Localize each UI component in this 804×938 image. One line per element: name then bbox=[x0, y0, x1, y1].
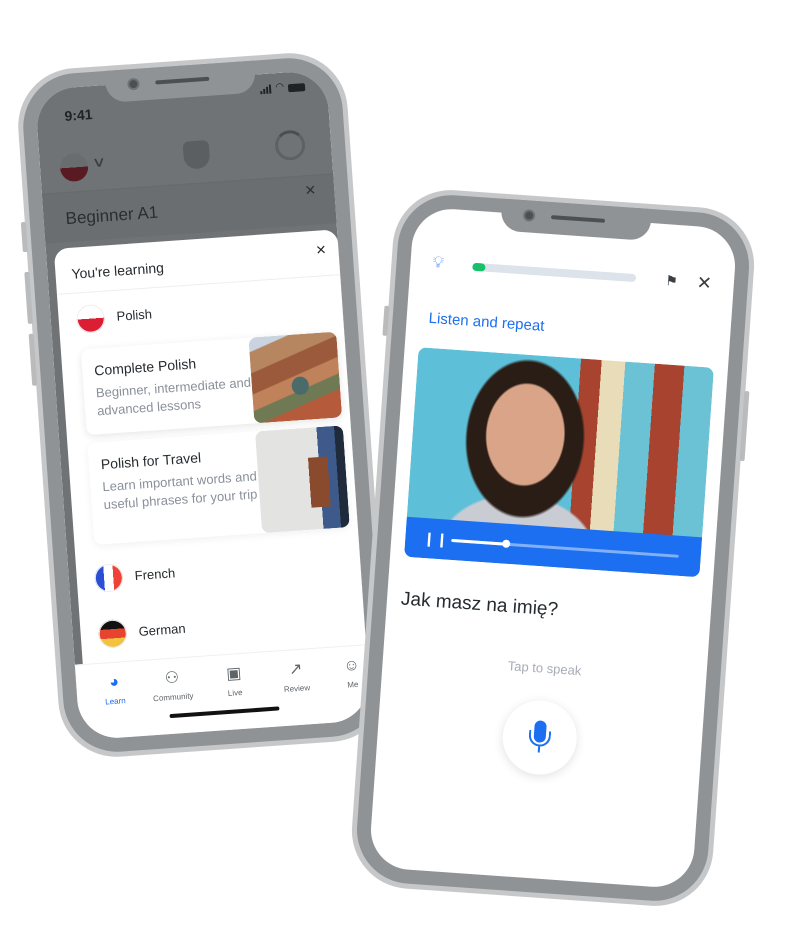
pause-button[interactable]: ❙❙ bbox=[423, 530, 450, 549]
chevron-down-icon[interactable]: ∨ bbox=[91, 153, 107, 171]
home-indicator[interactable] bbox=[169, 706, 280, 719]
course-title: Polish for Travel bbox=[100, 449, 202, 473]
community-icon: ⚇ bbox=[164, 669, 180, 688]
lesson-top-bar: 💡︎ ⚑ ✕ bbox=[431, 254, 714, 304]
course-description: Beginner, intermediate and advanced less… bbox=[95, 374, 252, 419]
language-name: German bbox=[138, 620, 187, 640]
wifi-icon: ◠ bbox=[274, 81, 285, 94]
course-card-complete-polish[interactable]: Complete Polish Beginner, intermediate a… bbox=[80, 331, 343, 436]
signal-icon bbox=[260, 83, 272, 95]
mute-switch bbox=[20, 221, 28, 253]
progress-ring-icon[interactable] bbox=[274, 129, 307, 162]
close-icon[interactable]: ✕ bbox=[304, 182, 317, 200]
volume-down-button bbox=[28, 333, 38, 386]
video-controls: ❙❙ bbox=[404, 516, 703, 578]
poland-flag-icon bbox=[75, 303, 106, 334]
tab-community[interactable]: ⚇ Community bbox=[141, 667, 203, 704]
tab-learn[interactable]: ◕ Learn bbox=[84, 671, 146, 708]
france-flag-icon bbox=[93, 563, 124, 593]
phone-bezel: 💡︎ ⚑ ✕ Listen and repeat ❙❙ Jak masz na … bbox=[353, 191, 753, 905]
review-icon: ↗ bbox=[288, 660, 303, 679]
status-time: 9:41 bbox=[63, 106, 94, 124]
traveler-briefcase-image bbox=[254, 425, 350, 534]
phone-right-lesson: 💡︎ ⚑ ✕ Listen and repeat ❙❙ Jak masz na … bbox=[348, 186, 758, 910]
language-name: French bbox=[134, 565, 176, 584]
phone-bezel: 9:41 ◠ ∨ Beginner A1 ✕ You're learning ✕… bbox=[19, 54, 387, 756]
scrubber-handle[interactable] bbox=[501, 539, 511, 548]
lesson-progress-bar bbox=[472, 262, 637, 283]
target-phrase: Jak masz na imię? bbox=[400, 588, 559, 621]
close-lesson-button[interactable]: ✕ bbox=[696, 272, 712, 294]
microphone-button[interactable] bbox=[500, 698, 580, 778]
current-language-flag[interactable] bbox=[59, 152, 90, 183]
course-title: Complete Polish bbox=[93, 355, 197, 379]
phone-left-language-picker: 9:41 ◠ ∨ Beginner A1 ✕ You're learning ✕… bbox=[14, 49, 392, 761]
live-icon: ▣ bbox=[225, 664, 242, 684]
tab-live[interactable]: ▣ Live bbox=[203, 662, 265, 699]
tab-label: Review bbox=[283, 683, 311, 695]
course-card-polish-for-travel[interactable]: Polish for Travel Learn important words … bbox=[87, 425, 350, 545]
battery-icon bbox=[287, 83, 306, 93]
exercise-instruction: Listen and repeat bbox=[428, 309, 545, 335]
globe-icon: ◕ bbox=[108, 673, 120, 692]
mute-switch bbox=[382, 305, 390, 336]
video-player[interactable]: ❙❙ bbox=[404, 347, 714, 578]
tab-label: Live bbox=[227, 687, 243, 698]
lightbulb-hint-icon[interactable]: 💡︎ bbox=[432, 254, 444, 273]
tab-review[interactable]: ↗ Review bbox=[265, 658, 327, 695]
language-name: Polish bbox=[116, 306, 153, 324]
report-flag-icon[interactable]: ⚑ bbox=[665, 272, 679, 290]
shield-icon[interactable] bbox=[182, 139, 211, 170]
tap-to-speak-hint: Tap to speak bbox=[507, 658, 582, 679]
tab-label: Community bbox=[152, 691, 194, 704]
tab-label: Learn bbox=[104, 696, 126, 707]
screen: 💡︎ ⚑ ✕ Listen and repeat ❙❙ Jak masz na … bbox=[368, 206, 738, 890]
volume-up-button bbox=[24, 271, 33, 325]
screen: 9:41 ◠ ∨ Beginner A1 ✕ You're learning ✕… bbox=[34, 69, 372, 741]
video-progress-fill bbox=[451, 538, 511, 548]
course-description: Learn important words and useful phrases… bbox=[101, 468, 258, 513]
video-scrubber[interactable] bbox=[451, 538, 679, 558]
lesson-progress-fill bbox=[472, 262, 486, 272]
power-button bbox=[739, 390, 750, 462]
city-aerial-image bbox=[248, 331, 343, 424]
level-title: Beginner A1 bbox=[65, 202, 159, 229]
germany-flag-icon bbox=[97, 618, 128, 649]
sheet-title: You're learning bbox=[70, 259, 165, 282]
close-sheet-button[interactable]: ✕ bbox=[315, 242, 327, 259]
